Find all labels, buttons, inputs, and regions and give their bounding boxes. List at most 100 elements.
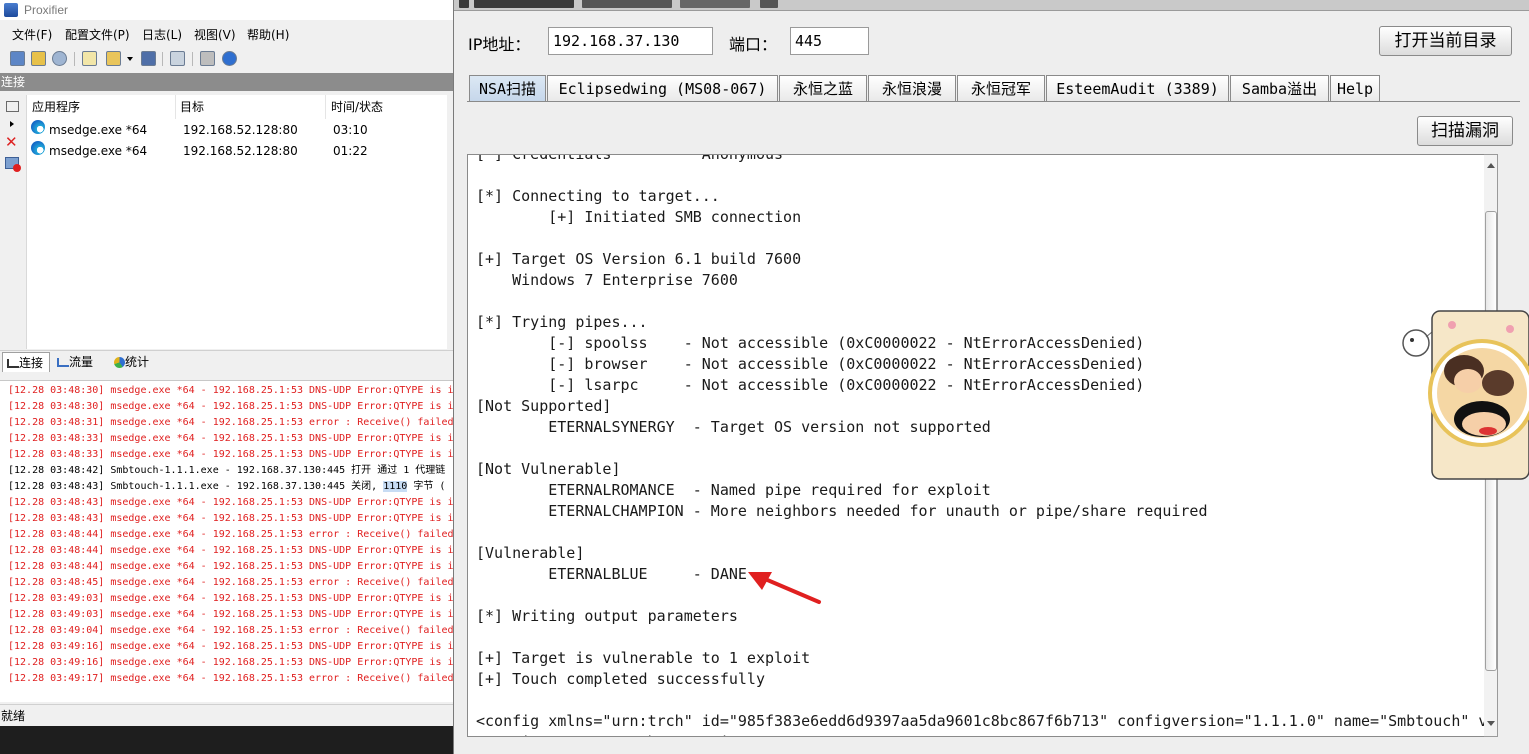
output-line: ETERNALBLUE - DANE [476,565,747,583]
log-line: [12.28 03:48:33] msedge.exe *64 - 192.16… [8,449,454,460]
menu-view[interactable]: 视图(V) [194,24,236,46]
ip-input[interactable]: 192.168.37.130 [548,27,713,55]
title-fragment [680,0,750,8]
output-line: ETERNALSYNERGY - Target OS version not s… [476,418,991,436]
stop-badge-icon [13,164,21,172]
port-input[interactable]: 445 [790,27,869,55]
connections-section-header: 连接 [0,73,456,91]
log-line: [12.28 03:48:45] msedge.exe *64 - 192.16… [8,577,454,588]
menu-profile[interactable]: 配置文件(P) [65,24,130,46]
table-row[interactable]: msedge.exe *64 192.168.52.128:80 03:10 [27,120,448,140]
tab-traffic[interactable]: 流量 [57,352,109,372]
print-icon[interactable] [200,51,215,66]
column-divider [325,95,326,119]
row-app: msedge.exe *64 [49,123,148,137]
tab-help[interactable]: Help [1330,75,1380,102]
row-target: 192.168.52.128:80 [183,123,298,137]
save-icon[interactable] [141,51,156,66]
row-target: 192.168.52.128:80 [183,144,298,158]
chevron-down-icon[interactable] [127,57,133,61]
output-line: ersion="1.1.1" schemaversion="2.1.0"> [476,732,828,736]
proxifier-logo-icon [4,3,18,17]
tab-esteemaudit[interactable]: EsteemAudit (3389) [1046,75,1229,102]
output-line: [+] Initiated SMB connection [476,208,802,226]
tool-titlebar [454,0,1529,11]
status-bar: 就绪 [0,704,456,726]
list-view-icon[interactable] [6,101,19,112]
log-line: [12.28 03:48:30] msedge.exe *64 - 192.16… [8,401,454,412]
tab-eclipsedwing[interactable]: Eclipsedwing (MS08-067) [547,75,778,102]
proxy-servers-icon[interactable] [10,51,25,66]
tab-nsa-scan[interactable]: NSA扫描 [469,75,546,102]
row-app: msedge.exe *64 [49,144,148,158]
tab-traffic-label: 流量 [69,355,94,369]
connections-list: 应用程序 目标 时间/状态 msedge.exe *64 192.168.52.… [26,95,447,349]
expand-icon[interactable] [10,121,14,127]
column-header-app[interactable]: 应用程序 [32,95,80,119]
toolbar-separator [162,52,163,66]
connections-icon [7,359,19,368]
clipboard-icon[interactable] [170,51,185,66]
table-row[interactable]: msedge.exe *64 192.168.52.128:80 01:22 [27,141,448,161]
help-icon[interactable] [222,51,237,66]
taskbar [0,726,456,754]
title-fragment [582,0,672,8]
tab-samba-overflow[interactable]: Samba溢出 [1230,75,1329,102]
menu-log[interactable]: 日志(L) [142,24,182,46]
proxifier-window: Proxifier 文件(F) 配置文件(P) 日志(L) 视图(V) 帮助(H… [0,0,456,754]
log-panel[interactable]: [12.28 03:48:30] msedge.exe *64 - 192.16… [0,380,456,702]
output-line: [*] Trying pipes... [476,313,648,331]
log-line: [12.28 03:49:16] msedge.exe *64 - 192.16… [8,641,454,652]
output-line: [-] spoolss - Not accessible (0xC0000022… [476,334,1145,352]
log-line: [12.28 03:49:03] msedge.exe *64 - 192.16… [8,609,454,620]
port-label: 端口： [729,35,778,54]
column-header-target[interactable]: 目标 [180,95,204,119]
tab-statistics[interactable]: 统计 [114,352,166,372]
scroll-down-icon[interactable] [1487,721,1495,726]
selected-text-highlight: 1110 [383,481,408,492]
log-line: [12.28 03:48:42] Smbtouch-1.1.1.exe - 19… [8,465,446,476]
edge-browser-icon [31,141,45,155]
log-line: [12.28 03:48:44] msedge.exe *64 - 192.16… [8,529,454,540]
statistics-pie-icon [114,357,125,368]
log-line: [12.28 03:49:03] msedge.exe *64 - 192.16… [8,593,454,604]
log-line: [12.28 03:48:43] Smbtouch-1.1.1.exe - 19… [8,481,446,492]
nsa-tool-window: IP地址： 192.168.37.130 端口： 445 打开当前目录 NSA扫… [453,0,1529,754]
menu-bar: 文件(F) 配置文件(P) 日志(L) 视图(V) 帮助(H) [0,24,456,46]
column-divider [175,95,176,119]
edge-browser-icon [31,120,45,134]
output-line: [Vulnerable] [476,544,585,562]
name-resolution-icon[interactable] [52,51,67,66]
open-profile-icon[interactable] [106,51,121,66]
title-fragment [474,0,574,8]
tab-statistics-label: 统计 [125,355,150,369]
output-line: ETERNALROMANCE - Named pipe required for… [476,481,991,499]
tab-eternalblue[interactable]: 永恒之蓝 [779,75,867,102]
app-icon [459,0,469,8]
ip-label: IP地址： [468,35,531,54]
cartoon-sticker-image [1398,305,1529,483]
open-directory-button[interactable]: 打开当前目录 [1379,26,1512,56]
side-toolbar: ✕ [0,91,26,349]
menu-help[interactable]: 帮助(H) [247,24,289,46]
tab-connections[interactable]: 连接 [2,352,50,372]
menu-file[interactable]: 文件(F) [12,24,52,46]
column-header-time[interactable]: 时间/状态 [331,95,383,119]
row-time: 01:22 [333,144,368,158]
tab-eternalromance[interactable]: 永恒浪漫 [868,75,956,102]
output-line: ETERNALCHAMPION - More neighbors needed … [476,502,1208,520]
close-icon[interactable]: ✕ [5,135,18,150]
output-line: [-] lsarpc - Not accessible (0xC0000022 … [476,376,1145,394]
log-line: [12.28 03:49:16] msedge.exe *64 - 192.16… [8,657,454,668]
output-line: [*] Credentials Anonymous [476,154,784,163]
output-line: [*] Connecting to target... [476,187,720,205]
output-line: Windows 7 Enterprise 7600 [476,271,738,289]
output-line: [*] Writing output parameters [476,607,738,625]
tab-eternalchampion[interactable]: 永恒冠军 [957,75,1045,102]
scan-vulnerability-button[interactable]: 扫描漏洞 [1417,116,1513,146]
title-fragment [760,0,778,8]
rules-icon[interactable] [31,51,46,66]
scroll-up-icon[interactable] [1487,163,1495,168]
new-profile-icon[interactable] [82,51,97,66]
scan-output-textarea[interactable]: [*] Credentials Anonymous [*] Connecting … [467,154,1497,737]
